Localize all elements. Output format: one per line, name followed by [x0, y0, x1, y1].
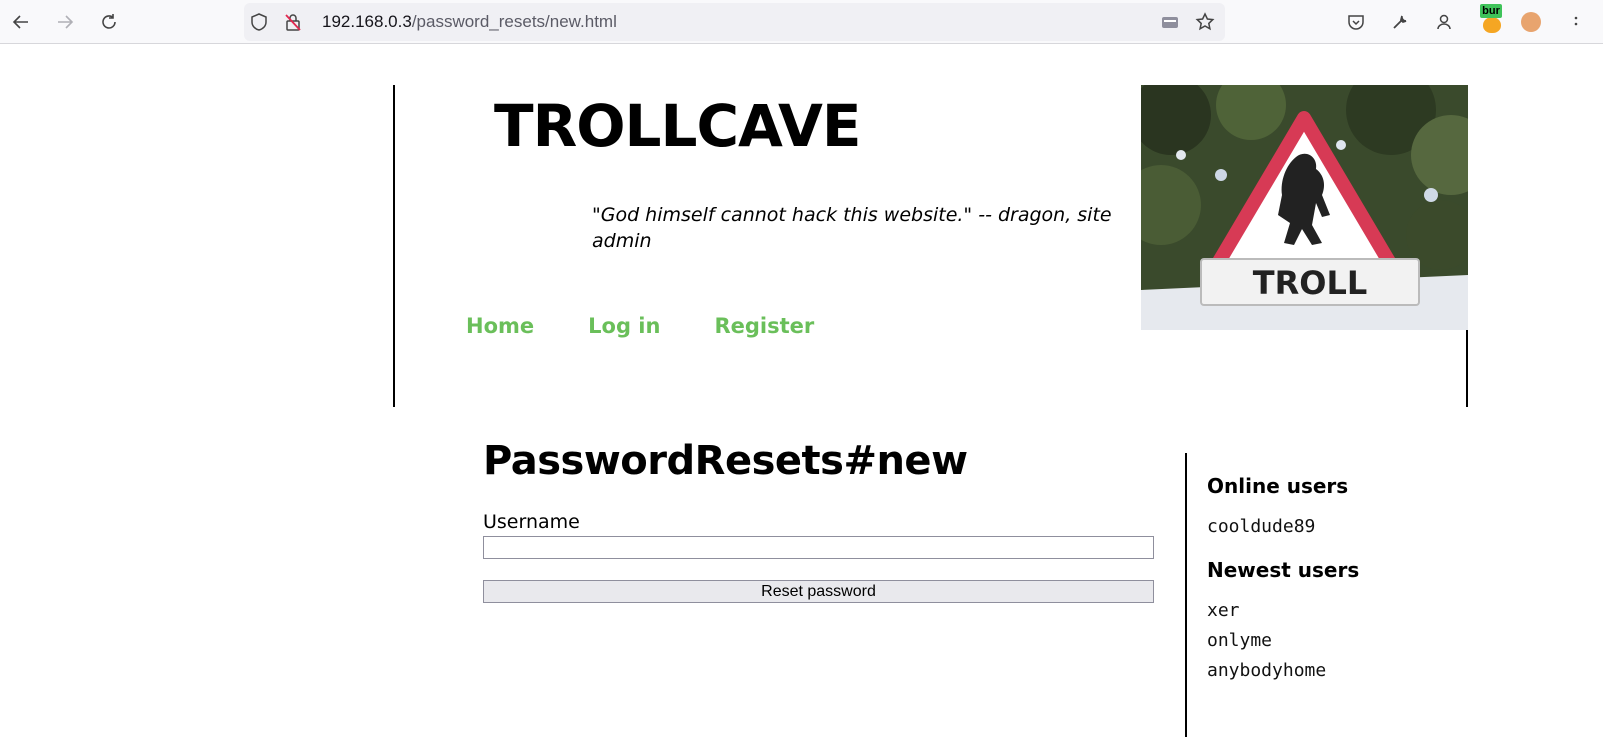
- main-content: PasswordResets#new Username Reset passwo…: [483, 437, 1155, 603]
- site-nav: Home Log in Register: [466, 314, 868, 338]
- newest-user-item[interactable]: anybodyhome: [1207, 656, 1505, 686]
- newest-users-heading: Newest users: [1207, 558, 1360, 582]
- overflow-menu-icon[interactable]: [1566, 9, 1586, 35]
- extension-avatar-icon[interactable]: [1521, 12, 1541, 32]
- page-title: PasswordResets#new: [483, 438, 968, 484]
- url-text[interactable]: 192.168.0.3/password_resets/new.html: [322, 12, 617, 32]
- address-bar[interactable]: 192.168.0.3/password_resets/new.html: [244, 3, 1225, 41]
- online-user-item[interactable]: cooldude89: [1207, 512, 1505, 542]
- online-users-list: cooldude89: [1207, 512, 1505, 542]
- nav-register-link[interactable]: Register: [714, 314, 814, 338]
- nav-home-link[interactable]: Home: [466, 314, 534, 338]
- url-host: 192.168.0.3: [322, 12, 412, 31]
- site-title: TROLLCAVE: [494, 92, 861, 160]
- burp-extension-icon[interactable]: [1483, 17, 1501, 33]
- pocket-icon[interactable]: [1343, 9, 1369, 35]
- url-path: /password_resets/new.html: [411, 12, 617, 31]
- site-tagline: "God himself cannot hack this website." …: [592, 204, 1112, 252]
- sidebar: Online users cooldude89 Newest users xer…: [1185, 453, 1505, 737]
- username-field[interactable]: [483, 536, 1154, 559]
- reset-password-button[interactable]: Reset password: [483, 580, 1154, 603]
- online-users-heading: Online users: [1207, 474, 1349, 498]
- back-arrow-icon[interactable]: [7, 8, 35, 36]
- sign-text: TROLL: [1253, 264, 1367, 302]
- burp-badge: bur: [1480, 4, 1502, 18]
- troll-sign-image: TROLL: [1141, 85, 1468, 330]
- wrench-icon[interactable]: [1387, 9, 1413, 35]
- reload-icon[interactable]: [95, 8, 123, 36]
- bookmark-star-icon[interactable]: [1194, 11, 1216, 33]
- shield-icon[interactable]: [248, 11, 270, 33]
- browser-toolbar: 192.168.0.3/password_resets/new.html bur: [0, 0, 1603, 44]
- newest-users-list: xer onlyme anybodyhome: [1207, 596, 1505, 686]
- forward-arrow-icon[interactable]: [51, 8, 79, 36]
- account-icon[interactable]: [1431, 9, 1457, 35]
- newest-user-item[interactable]: onlyme: [1207, 626, 1505, 656]
- newest-user-item[interactable]: xer: [1207, 596, 1505, 626]
- reader-view-icon[interactable]: [1159, 11, 1181, 33]
- nav-login-link[interactable]: Log in: [588, 314, 660, 338]
- site-header: TROLLCAVE "God himself cannot hack this …: [393, 85, 1468, 407]
- insecure-lock-icon[interactable]: [282, 11, 304, 33]
- username-label: Username: [483, 511, 580, 533]
